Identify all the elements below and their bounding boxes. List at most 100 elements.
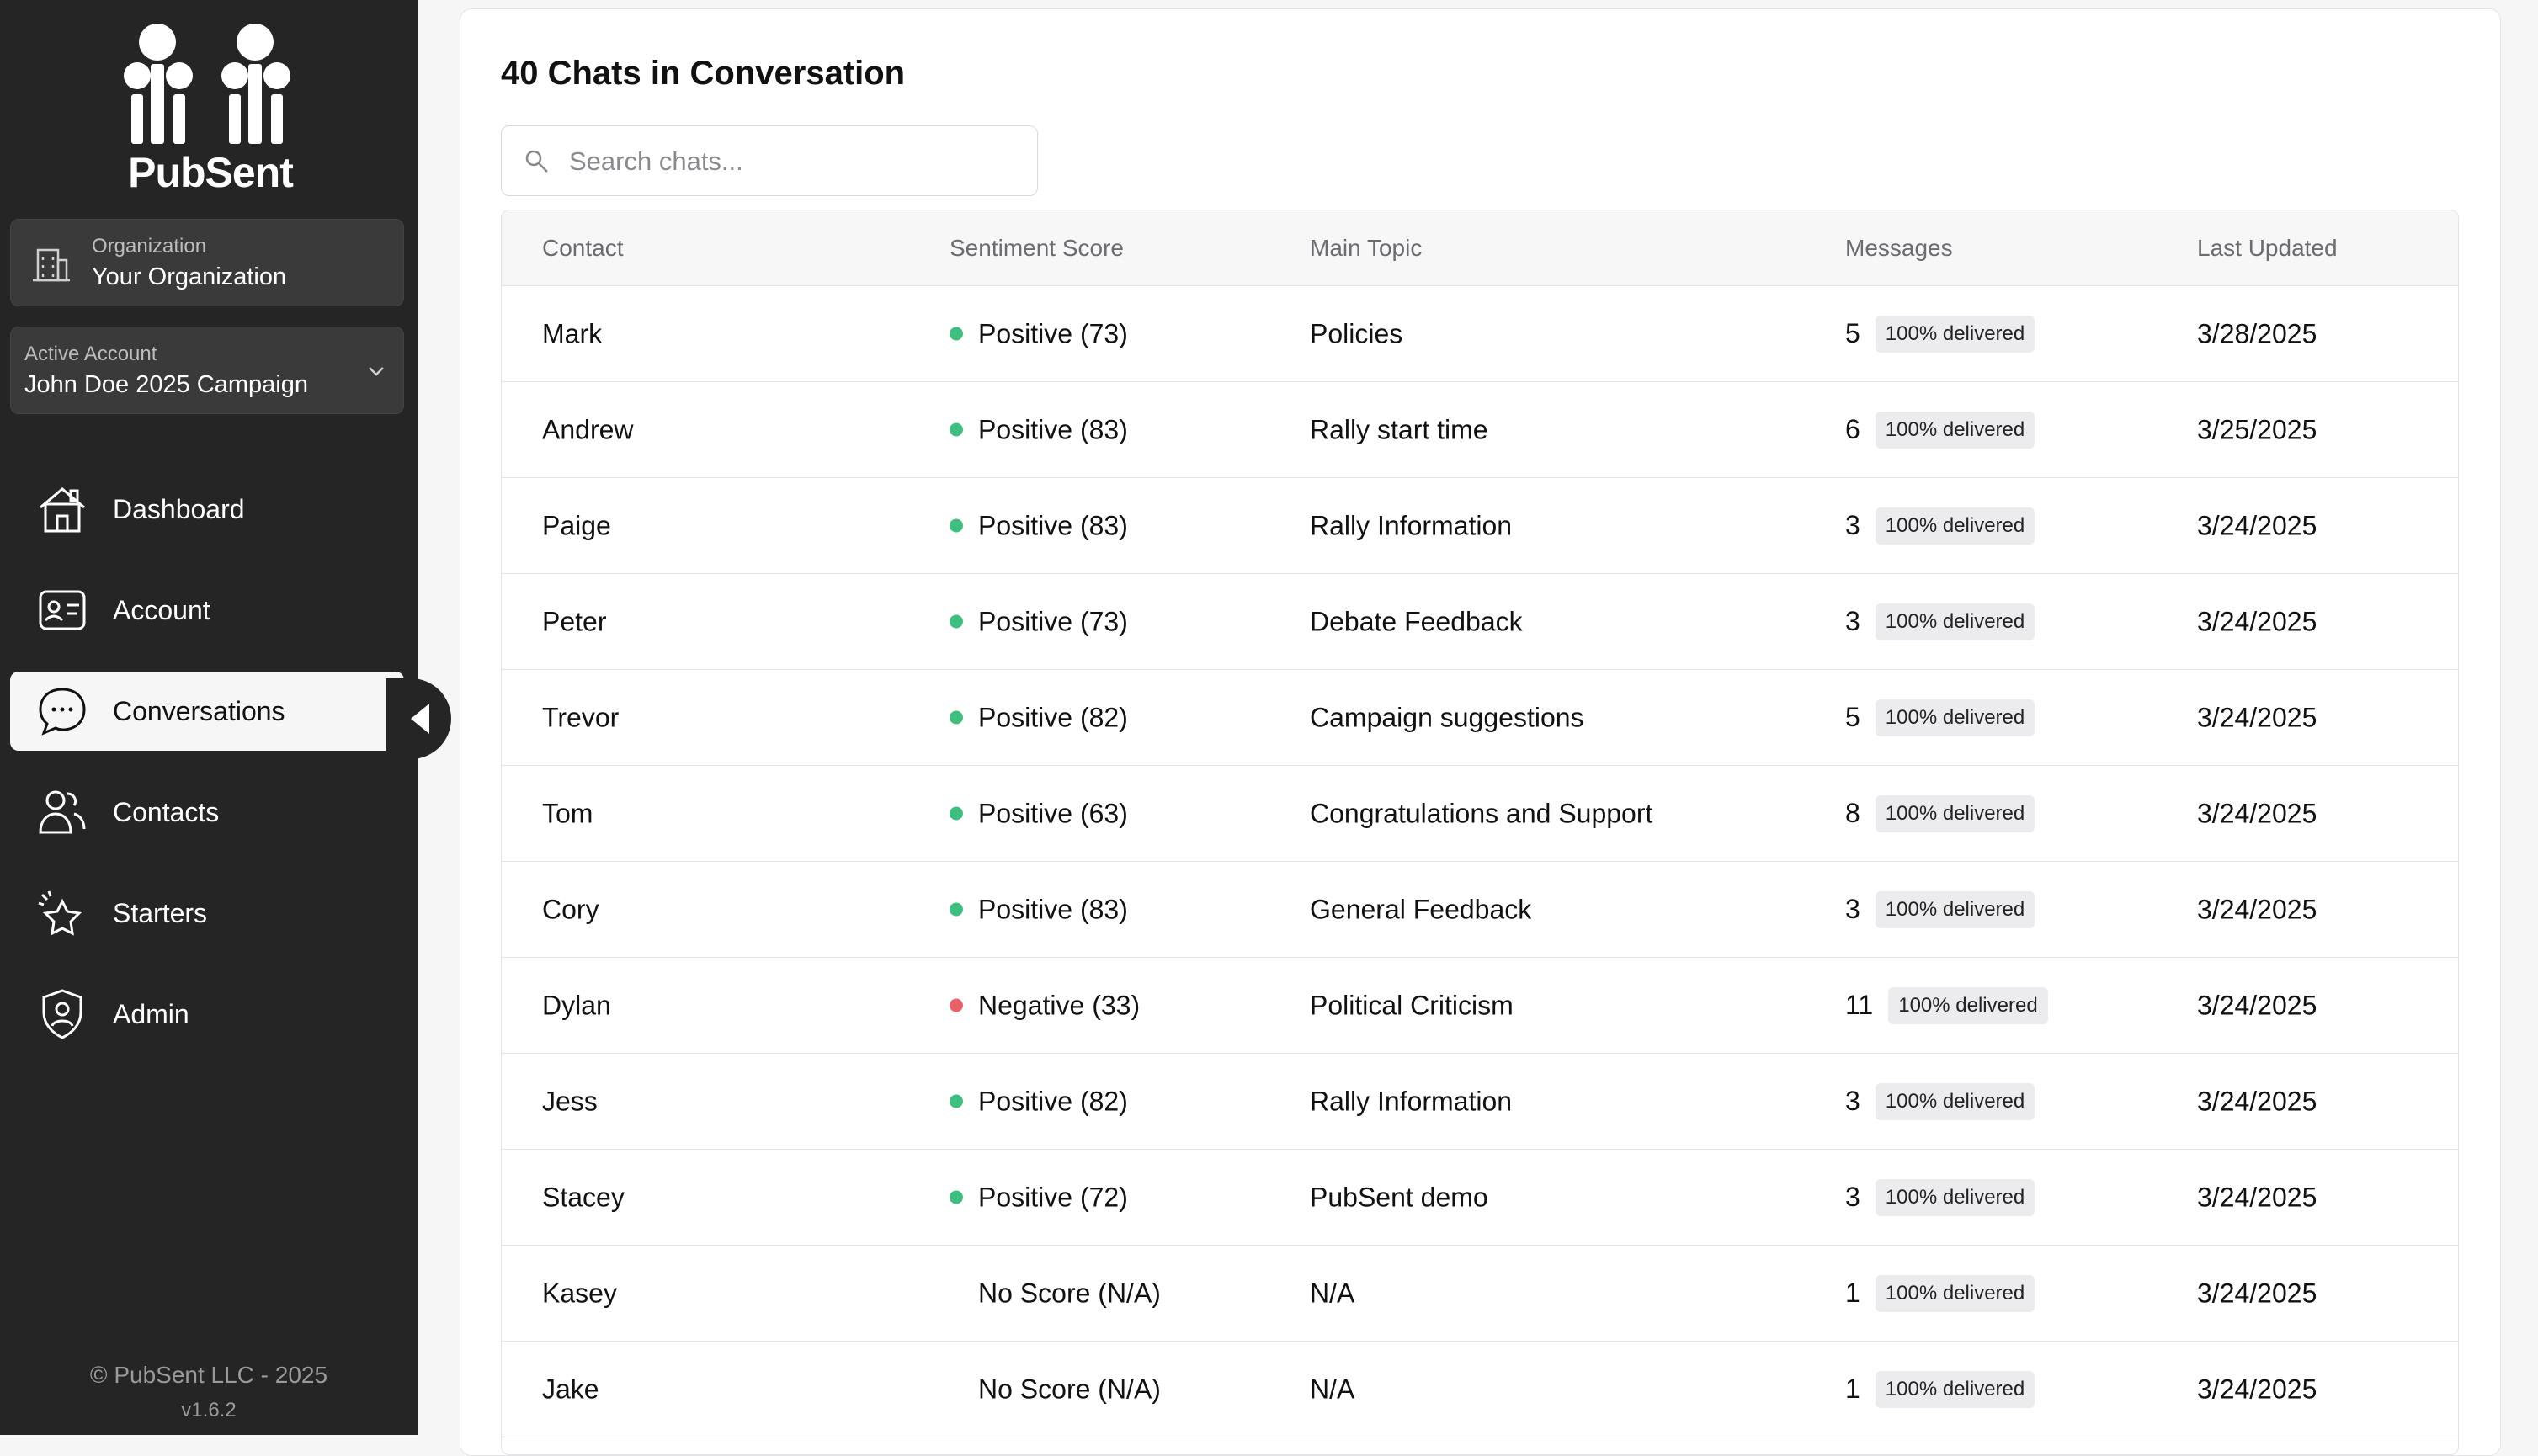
contact-name: Mark [542, 318, 603, 348]
sparkle-icon [38, 890, 82, 936]
sentiment-dot-icon [950, 1190, 963, 1204]
table-row[interactable]: Dylan Negative (33) Political Criticism … [502, 958, 2458, 1054]
message-count: 5 [1845, 318, 1860, 348]
delivery-status-badge: 100% delivered [1875, 1274, 2035, 1312]
sentiment-dot-icon [950, 518, 963, 533]
main-topic: N/A [1310, 1374, 1355, 1404]
contact-name: Stacey [542, 1182, 625, 1212]
chevron-down-icon[interactable] [364, 359, 388, 383]
sentiment-text: No Score (N/A) [978, 1374, 1161, 1404]
table-row[interactable]: Trevor Positive (82) Campaign suggestion… [502, 670, 2458, 766]
sentiment-score: Positive (72) [950, 1182, 1128, 1213]
table-row[interactable]: Kasey No Score (N/A) N/A 1 100% delivere… [502, 1246, 2458, 1342]
message-count: 8 [1845, 798, 1860, 828]
brand-name: PubSent [128, 149, 294, 196]
sentiment-text: Positive (63) [978, 798, 1128, 828]
active-account-label: Active Account [24, 343, 157, 365]
search-icon [525, 150, 548, 173]
sentiment-text: Positive (83) [978, 894, 1128, 924]
contact-name: Jess [542, 1086, 598, 1116]
sidebar: PubSent Organization Your Organization A… [0, 0, 418, 1435]
nav-item-conversations[interactable]: Conversations [10, 672, 404, 751]
delivery-status-badge: 100% delivered [1875, 315, 2035, 353]
logo-figures-icon [124, 24, 290, 144]
users-icon [39, 790, 86, 834]
messages-cell: 11 100% delivered [1845, 986, 2048, 1024]
delivery-status-badge: 100% delivered [1875, 1082, 2035, 1120]
organization-label: Organization [92, 235, 207, 258]
chat-bubble-icon [39, 688, 86, 736]
app-version: v1.6.2 [181, 1399, 237, 1421]
nav-label-account: Account [113, 594, 210, 625]
nav-item-contacts[interactable]: Contacts [10, 773, 404, 852]
table-row[interactable]: Tom Positive (63) Congratulations and Su… [502, 766, 2458, 862]
contact-name: Andrew [542, 414, 634, 444]
delivery-status-badge: 100% delivered [1875, 1370, 2035, 1408]
main-topic: PubSent demo [1310, 1182, 1488, 1212]
sentiment-dot-icon [950, 710, 963, 725]
message-count: 1 [1845, 1374, 1860, 1404]
messages-cell: 8 100% delivered [1845, 794, 2035, 832]
column-header-topic[interactable]: Main Topic [1310, 235, 1422, 262]
collapse-sidebar-button[interactable] [386, 678, 451, 759]
table-row[interactable]: Mark Positive (73) Policies 5 100% deliv… [502, 286, 2458, 382]
contact-name: Cory [542, 894, 599, 924]
contact-name: Paige [542, 510, 611, 540]
sentiment-dot-icon [950, 902, 963, 917]
sentiment-dot-icon [950, 806, 963, 821]
table-row[interactable]: Stacey Positive (72) PubSent demo 3 100%… [502, 1150, 2458, 1246]
table-row[interactable]: Paige Positive (83) Rally Information 3 … [502, 478, 2458, 574]
contact-name: Kasey [542, 1278, 617, 1308]
nav-label-conversations: Conversations [113, 695, 285, 726]
search-box[interactable] [501, 125, 1038, 196]
sentiment-score: Positive (82) [950, 702, 1128, 733]
active-account-selector[interactable]: Active Account John Doe 2025 Campaign [10, 327, 404, 414]
sentiment-text: Positive (82) [978, 702, 1128, 732]
column-header-last-updated[interactable]: Last Updated [2197, 235, 2338, 262]
id-card-icon [39, 590, 86, 630]
main-topic: General Feedback [1310, 894, 1532, 924]
last-updated: 3/24/2025 [2197, 990, 2317, 1020]
sentiment-text: Negative (33) [978, 990, 1141, 1020]
sentiment-score: Positive (82) [950, 1086, 1128, 1117]
column-header-sentiment[interactable]: Sentiment Score [950, 235, 1124, 262]
sentiment-text: Positive (72) [978, 1182, 1128, 1212]
table-row[interactable]: Jess Positive (82) Rally Information 3 1… [502, 1054, 2458, 1150]
message-count: 6 [1845, 414, 1860, 444]
column-header-messages[interactable]: Messages [1845, 235, 1953, 262]
sentiment-score: Negative (33) [950, 990, 1140, 1021]
nav-item-dashboard[interactable]: Dashboard [10, 470, 404, 549]
sentiment-dot-icon [950, 1094, 963, 1108]
search-input[interactable] [569, 141, 1024, 182]
nav-item-admin[interactable]: Admin [10, 975, 404, 1054]
nav-label-starters: Starters [113, 897, 208, 928]
sentiment-text: No Score (N/A) [978, 1278, 1161, 1308]
sentiment-dot-icon [950, 614, 963, 629]
table-row[interactable]: Jake No Score (N/A) N/A 1 100% delivered… [502, 1342, 2458, 1437]
delivery-status-badge: 100% delivered [1875, 890, 2035, 928]
messages-cell: 3 100% delivered [1845, 1082, 2035, 1120]
table-row[interactable]: Peter Positive (73) Debate Feedback 3 10… [502, 574, 2458, 670]
last-updated: 3/24/2025 [2197, 1278, 2317, 1308]
sentiment-score: Positive (83) [950, 510, 1128, 541]
messages-cell: 3 100% delivered [1845, 1178, 2035, 1216]
table-row[interactable]: Cory Positive (83) General Feedback 3 10… [502, 862, 2458, 958]
conversations-panel: 40 Chats in Conversation Contact Sentime… [460, 8, 2501, 1456]
table-row[interactable]: Andrew Positive (83) Rally start time 6 … [502, 382, 2458, 478]
message-count: 5 [1845, 702, 1860, 732]
nav-label-admin: Admin [113, 998, 189, 1029]
table-body: Mark Positive (73) Policies 5 100% deliv… [502, 286, 2458, 1437]
last-updated: 3/24/2025 [2197, 510, 2317, 540]
contact-name: Peter [542, 606, 607, 636]
column-header-contact[interactable]: Contact [542, 235, 624, 262]
main-topic: N/A [1310, 1278, 1355, 1308]
nav-item-starters[interactable]: Starters [10, 874, 404, 953]
sentiment-score: Positive (83) [950, 414, 1128, 445]
sentiment-text: Positive (82) [978, 1086, 1128, 1116]
pubsent-logo[interactable]: PubSent [122, 24, 299, 196]
contact-name: Jake [542, 1374, 599, 1404]
nav-item-account[interactable]: Account [10, 571, 404, 650]
sentiment-dot-icon [950, 422, 963, 437]
organization-card[interactable]: Organization Your Organization [10, 219, 404, 306]
contact-name: Dylan [542, 990, 611, 1020]
